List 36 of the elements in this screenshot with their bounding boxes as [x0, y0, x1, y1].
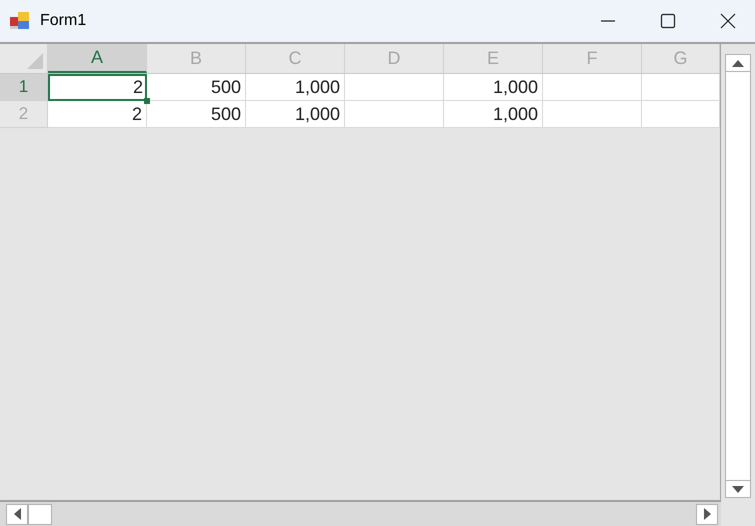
- column-header[interactable]: C: [246, 44, 345, 73]
- column-header[interactable]: A: [48, 44, 147, 73]
- app-icon: [10, 12, 30, 30]
- right-arrow-icon: [704, 508, 710, 520]
- column-header[interactable]: D: [345, 44, 444, 73]
- table-cell[interactable]: [543, 101, 642, 128]
- fill-handle[interactable]: [144, 98, 150, 104]
- maximize-icon: [660, 13, 676, 29]
- row-header[interactable]: 2: [0, 101, 48, 128]
- close-icon: [720, 13, 736, 29]
- row-header[interactable]: 1: [0, 74, 48, 101]
- up-arrow-icon: [732, 60, 744, 66]
- table-cell[interactable]: 1,000: [444, 101, 543, 128]
- table-cell[interactable]: 1,000: [444, 74, 543, 101]
- table-cell[interactable]: 1,000: [246, 101, 345, 128]
- left-arrow-icon: [14, 508, 20, 520]
- window-title: Form1: [40, 11, 86, 31]
- column-header[interactable]: F: [543, 44, 642, 73]
- table-cell[interactable]: 1,000: [246, 74, 345, 101]
- scroll-thumb[interactable]: [28, 504, 52, 524]
- table-cell[interactable]: [642, 74, 720, 101]
- table-cell[interactable]: [345, 74, 444, 101]
- table-cell[interactable]: 500: [147, 101, 246, 128]
- column-header[interactable]: G: [642, 44, 720, 73]
- table-cell[interactable]: 500: [147, 74, 246, 101]
- minimize-icon: [601, 20, 615, 22]
- table-cell[interactable]: [345, 101, 444, 128]
- table-cell[interactable]: 2: [48, 74, 147, 101]
- column-header[interactable]: E: [444, 44, 543, 73]
- down-arrow-icon: [732, 486, 744, 492]
- column-header[interactable]: B: [147, 44, 246, 73]
- horizontal-scrollbar[interactable]: [0, 500, 721, 526]
- select-all-icon: [27, 53, 43, 69]
- table-cell[interactable]: 2: [48, 101, 147, 128]
- table-cell[interactable]: [543, 74, 642, 101]
- table-cell[interactable]: [642, 101, 720, 128]
